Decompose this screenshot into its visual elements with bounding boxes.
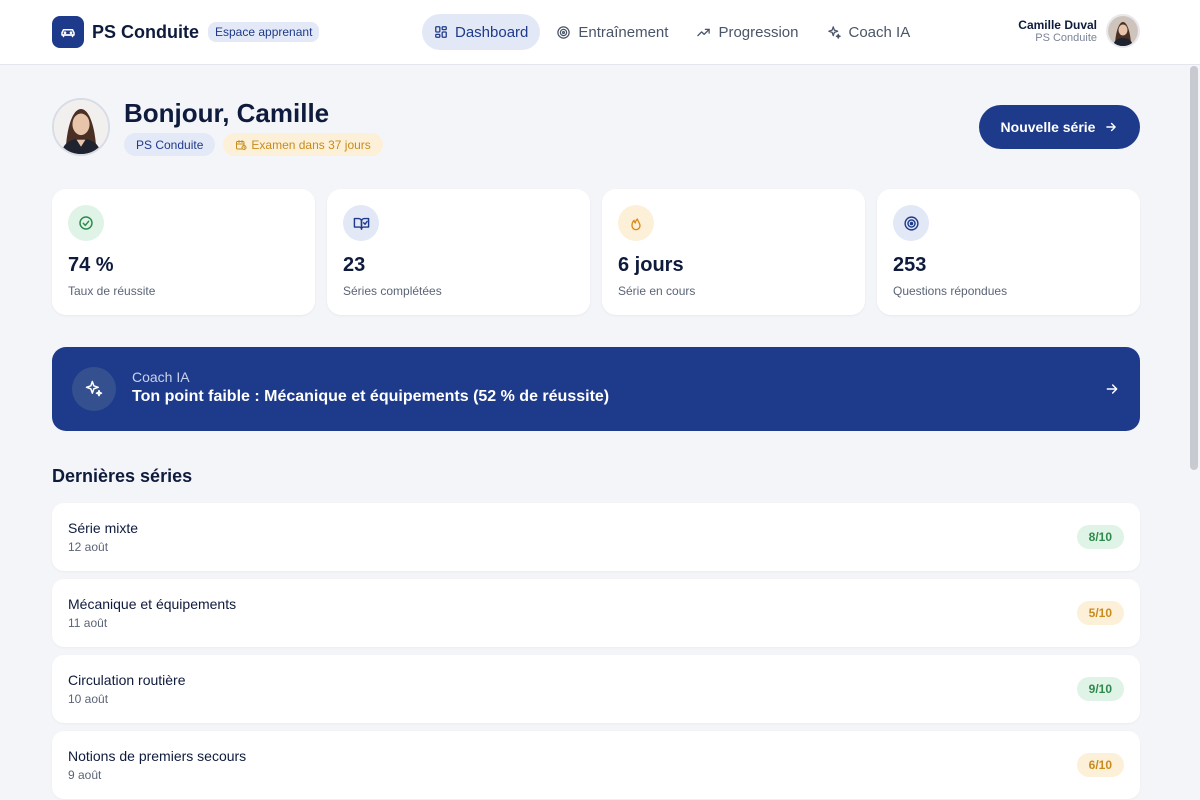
series-date: 11 août [68, 616, 108, 630]
arrow-right-icon [1106, 384, 1118, 394]
series-date: 9 août [68, 768, 102, 782]
score-badge: 6/10 [1076, 753, 1124, 777]
stat-value: 74 % [68, 254, 114, 276]
sparkles-icon [827, 25, 841, 39]
list-item[interactable]: Série mixte 12 août 8/10 [52, 503, 1140, 571]
book-check-icon [343, 205, 379, 241]
coach-message: Ton point faible : Mécanique et équipeme… [132, 388, 610, 405]
stat-value: 253 [893, 254, 927, 276]
flame-icon [618, 205, 654, 241]
stat-card-questions: 253 Questions répondues [877, 189, 1140, 315]
stat-card-streak: 6 jours Série en cours [602, 189, 865, 315]
new-series-button[interactable]: Nouvelle série [979, 105, 1140, 149]
list-item[interactable]: Mécanique et équipements 11 août 5/10 [52, 579, 1140, 647]
user-org: PS Conduite [1035, 32, 1097, 44]
avatar[interactable] [1106, 14, 1140, 48]
score-badge: 5/10 [1076, 601, 1124, 625]
stat-value: 23 [343, 254, 366, 276]
series-title: Mécanique et équipements [68, 596, 237, 612]
nav-entrainement[interactable]: Entraînement [544, 14, 680, 50]
series-date: 12 août [68, 540, 109, 554]
check-circle-icon [68, 205, 104, 241]
stat-value: 6 jours [618, 254, 684, 276]
exam-countdown-label: Examen dans 37 jours [251, 137, 371, 152]
series-title: Notions de premiers secours [68, 748, 247, 764]
series-date: 10 août [68, 692, 109, 706]
stat-label: Questions répondues [893, 284, 1008, 298]
brand-name: PS Conduite [92, 21, 199, 42]
calendar-clock-icon [236, 139, 247, 150]
nav-progression[interactable]: Progression [684, 14, 810, 50]
stat-card-success-rate: 74 % Taux de réussite [52, 189, 315, 315]
list-item[interactable]: Circulation routière 10 août 9/10 [52, 655, 1140, 723]
score-badge: 9/10 [1076, 677, 1124, 701]
nav-entrainement-label: Entraînement [578, 23, 669, 41]
page-title: Bonjour, Camille [124, 98, 330, 128]
series-title: Circulation routière [68, 672, 186, 688]
user-menu[interactable]: Camille Duval PS Conduite [1018, 14, 1140, 48]
exam-countdown-chip: Examen dans 37 jours [223, 133, 383, 156]
nav-progression-label: Progression [718, 23, 799, 41]
grid-icon [435, 26, 447, 38]
series-title: Série mixte [68, 520, 139, 536]
stat-card-completed-series: 23 Séries complétées [327, 189, 590, 315]
nav-coach-ia-label: Coach IA [848, 23, 911, 41]
profile-avatar [52, 98, 110, 156]
stat-label: Séries complétées [343, 284, 442, 298]
nav-dashboard[interactable]: Dashboard [422, 14, 541, 50]
top-navigation-bar: PS Conduite Espace apprenant Dashboard E… [0, 0, 1200, 65]
stat-label: Taux de réussite [68, 284, 156, 298]
trending-up-icon [697, 28, 711, 36]
stat-label: Série en cours [618, 284, 696, 298]
coach-kicker: Coach IA [132, 369, 190, 385]
user-name: Camille Duval [1018, 18, 1097, 32]
target-icon [557, 25, 571, 39]
score-badge: 8/10 [1076, 525, 1124, 549]
nav-dashboard-label: Dashboard [455, 23, 529, 41]
sparkles-icon [72, 367, 116, 411]
main-nav: Dashboard Entraînement Progression Coach… [422, 14, 926, 50]
coach-ia-banner[interactable]: Coach IA Ton point faible : Mécanique et… [52, 347, 1140, 431]
scrollbar[interactable] [1190, 66, 1198, 470]
car-icon [52, 16, 84, 48]
list-item[interactable]: Notions de premiers secours 9 août 6/10 [52, 731, 1140, 799]
space-badge: Espace apprenant [208, 22, 320, 42]
recent-series-title: Dernières séries [52, 466, 193, 486]
target-icon [893, 205, 929, 241]
nav-coach-ia[interactable]: Coach IA [815, 14, 923, 50]
school-chip: PS Conduite [124, 133, 216, 156]
new-series-label: Nouvelle série [1000, 119, 1096, 135]
arrow-right-icon [1106, 122, 1117, 132]
brand[interactable]: PS Conduite Espace apprenant [52, 16, 320, 48]
